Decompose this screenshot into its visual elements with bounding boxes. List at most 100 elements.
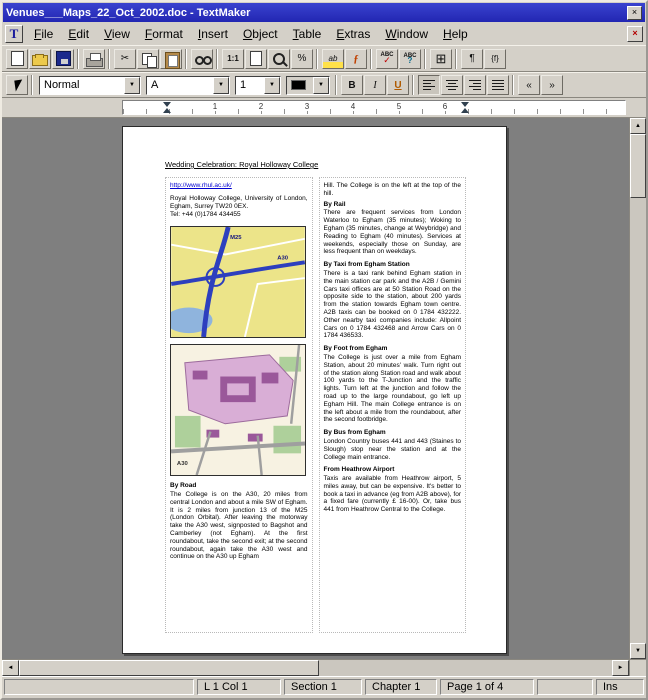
toolbar-separator xyxy=(333,75,340,95)
vertical-scroll-track[interactable] xyxy=(630,134,646,643)
object-mode-icon[interactable] xyxy=(6,75,28,95)
college-address: Royal Holloway College, University of Lo… xyxy=(170,195,308,211)
insert-field-icon[interactable]: ƒ xyxy=(345,49,367,69)
document-canvas[interactable]: Wedding Celebration: Royal Holloway Coll… xyxy=(2,118,629,659)
decrease-indent-icon[interactable]: « xyxy=(518,75,540,95)
align-left-button[interactable] xyxy=(418,75,440,95)
section-heading-heathrow: From Heathrow Airport xyxy=(324,466,462,474)
save-icon[interactable] xyxy=(52,49,74,69)
status-page: Page 1 of 4 xyxy=(440,679,534,695)
chevron-down-icon[interactable]: ▼ xyxy=(124,77,140,94)
menu-edit[interactable]: Edit xyxy=(61,25,96,43)
toolbar-separator xyxy=(410,75,417,95)
app-menu-button[interactable]: T xyxy=(5,25,23,43)
underline-button[interactable]: U xyxy=(387,75,409,95)
chevron-down-icon[interactable]: ▼ xyxy=(313,77,329,94)
toolbar-separator xyxy=(368,49,375,69)
italic-button[interactable]: I xyxy=(364,75,386,95)
open-file-icon[interactable] xyxy=(29,49,51,69)
zoom-icon[interactable] xyxy=(268,49,290,69)
font-size-value: 1 xyxy=(240,79,246,91)
right-indent-marker-top[interactable] xyxy=(461,102,469,107)
menu-file[interactable]: File xyxy=(27,25,60,43)
section-heading-by-taxi: By Taxi from Egham Station xyxy=(324,261,462,269)
menu-extras[interactable]: Extras xyxy=(329,25,377,43)
section-heading-by-foot: By Foot from Egham xyxy=(324,345,462,353)
toolbar-separator xyxy=(75,49,82,69)
text-columns: http://www.rhul.ac.uk/ Royal Holloway Co… xyxy=(165,177,466,633)
section-body-by-rail: There are frequent services from London … xyxy=(324,209,462,256)
scroll-down-icon[interactable]: ▼ xyxy=(630,643,646,659)
section-body-continuation: Hill. The College is on the left at the … xyxy=(324,182,462,198)
toolbar-separator xyxy=(214,49,221,69)
cut-icon[interactable]: ✂ xyxy=(114,49,136,69)
font-size-combo[interactable]: 1 ▼ xyxy=(235,76,281,95)
toolbar-separator xyxy=(183,49,190,69)
menu-help[interactable]: Help xyxy=(436,25,475,43)
campus-map-image[interactable]: A30 xyxy=(170,344,306,476)
scroll-up-icon[interactable]: ▲ xyxy=(630,118,646,134)
college-url-link[interactable]: http://www.rhul.ac.uk/ xyxy=(170,182,308,190)
first-line-indent-marker[interactable] xyxy=(163,102,171,107)
window-title: Venues___Maps_22_Oct_2002.doc - TextMake… xyxy=(6,7,625,19)
copy-icon[interactable] xyxy=(137,49,159,69)
menu-window[interactable]: Window xyxy=(378,25,435,43)
document-close-button[interactable]: × xyxy=(627,26,643,42)
align-right-button[interactable] xyxy=(464,75,486,95)
formula-icon[interactable]: {f} xyxy=(484,49,506,69)
status-bar: L 1 Col 1 Section 1 Chapter 1 Page 1 of … xyxy=(2,676,646,698)
document-page[interactable]: Wedding Celebration: Royal Holloway Coll… xyxy=(122,126,507,654)
resize-corner xyxy=(629,660,646,676)
vertical-scroll-thumb[interactable] xyxy=(630,134,646,198)
chevron-down-icon[interactable]: ▼ xyxy=(213,77,229,94)
align-justify-button[interactable] xyxy=(487,75,509,95)
toolbar-separator xyxy=(510,75,517,95)
menu-view[interactable]: View xyxy=(97,25,137,43)
horizontal-scrollbar[interactable]: ◄ ► xyxy=(2,659,646,676)
menu-format[interactable]: Format xyxy=(138,25,190,43)
horizontal-scroll-thumb[interactable] xyxy=(19,660,319,676)
align-center-button[interactable] xyxy=(441,75,463,95)
status-insert-mode[interactable]: Ins xyxy=(596,679,644,695)
thesaurus-icon[interactable] xyxy=(399,49,421,69)
ruler: 1 2 3 4 5 6 xyxy=(2,98,646,118)
scroll-right-icon[interactable]: ► xyxy=(612,660,629,676)
chevron-down-icon[interactable]: ▼ xyxy=(264,77,280,94)
vertical-scrollbar[interactable]: ▲ ▼ xyxy=(629,118,646,659)
page-view-icon[interactable] xyxy=(245,49,267,69)
menu-table[interactable]: Table xyxy=(286,25,329,43)
font-color-combo[interactable]: ▼ xyxy=(286,76,330,95)
close-button[interactable]: × xyxy=(627,6,642,20)
section-body-by-taxi: There is a taxi rank behind Egham statio… xyxy=(324,270,462,340)
section-body-heathrow: Taxis are available from Heathrow airpor… xyxy=(324,475,462,514)
status-chapter: Chapter 1 xyxy=(365,679,437,695)
paragraph-style-combo[interactable]: Normal ▼ xyxy=(39,76,141,95)
scroll-left-icon[interactable]: ◄ xyxy=(2,660,19,676)
ruler-number: 1 xyxy=(211,102,219,111)
paste-icon[interactable] xyxy=(160,49,182,69)
find-icon[interactable] xyxy=(191,49,213,69)
increase-indent-icon[interactable]: » xyxy=(541,75,563,95)
bold-button[interactable]: B xyxy=(341,75,363,95)
insert-table-icon[interactable]: ⊞ xyxy=(430,49,452,69)
menu-insert[interactable]: Insert xyxy=(191,25,235,43)
right-indent-marker[interactable] xyxy=(461,108,469,113)
horizontal-scroll-track[interactable] xyxy=(19,660,612,676)
status-info xyxy=(4,679,194,695)
toolbar-separator xyxy=(422,49,429,69)
toolbar-separator xyxy=(106,49,113,69)
title-bar[interactable]: Venues___Maps_22_Oct_2002.doc - TextMake… xyxy=(3,3,645,22)
menu-object[interactable]: Object xyxy=(236,25,285,43)
highlight-icon[interactable]: ab xyxy=(322,49,344,69)
road-map-image[interactable]: M25 A30 xyxy=(170,226,306,338)
actual-size-icon[interactable]: 1:1 xyxy=(222,49,244,69)
ruler-number: 2 xyxy=(257,102,265,111)
formatting-marks-icon[interactable]: ¶ xyxy=(461,49,483,69)
print-icon[interactable] xyxy=(83,49,105,69)
zoom-level-icon[interactable]: % xyxy=(291,49,313,69)
spell-check-icon[interactable] xyxy=(376,49,398,69)
ruler-strip[interactable]: 1 2 3 4 5 6 xyxy=(122,100,626,115)
new-document-icon[interactable] xyxy=(6,49,28,69)
font-combo[interactable]: A ▼ xyxy=(146,76,230,95)
left-indent-marker[interactable] xyxy=(163,108,171,113)
